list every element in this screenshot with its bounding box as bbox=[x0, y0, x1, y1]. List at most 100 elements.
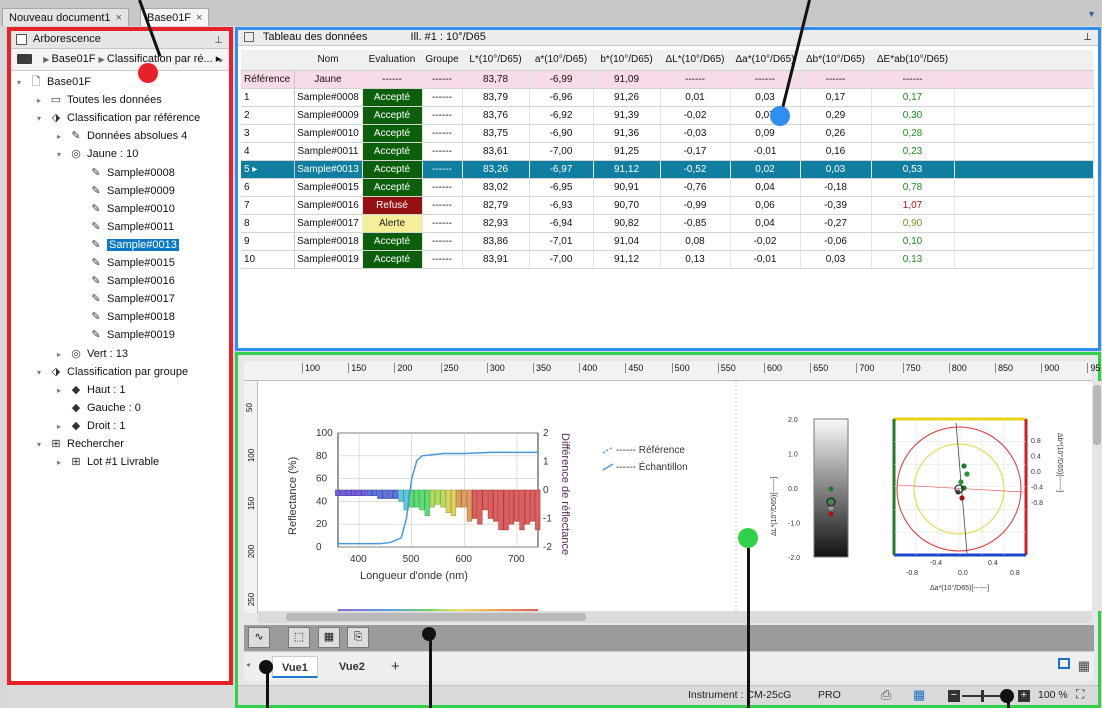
column-header[interactable]: b*(10°/D65) bbox=[593, 50, 660, 71]
tree-toggle-icon[interactable]: ▾ bbox=[57, 150, 61, 159]
table-icon bbox=[244, 32, 254, 43]
column-header[interactable] bbox=[241, 50, 294, 71]
y2-tick-label: 0 bbox=[543, 485, 549, 496]
tree-node[interactable]: ✎ Sample#0017 bbox=[89, 290, 175, 308]
tree-node[interactable]: ⬗ Classification par groupe bbox=[49, 363, 188, 381]
tree-node[interactable]: ✎ Sample#0018 bbox=[89, 308, 175, 326]
tree-node[interactable]: ◆ Droit : 1 bbox=[69, 417, 126, 435]
tree-toggle-icon[interactable]: ▸ bbox=[57, 422, 61, 431]
tree-node[interactable]: 🗋 Base01F bbox=[29, 73, 91, 91]
zoom-in-icon[interactable]: + bbox=[1018, 690, 1030, 702]
fullscreen-icon[interactable]: ⛶ bbox=[1076, 687, 1084, 702]
tree-toggle-icon[interactable]: ▾ bbox=[17, 78, 21, 87]
tree-toggle-icon[interactable]: ▾ bbox=[37, 114, 41, 123]
tree-node[interactable]: ✎ Sample#0009 bbox=[89, 182, 175, 200]
column-header[interactable]: ΔE*ab(10°/D65) bbox=[871, 50, 954, 71]
breadcrumb-item[interactable]: Base01F bbox=[51, 53, 95, 65]
table-cell: 83,91 bbox=[462, 250, 530, 269]
table-row[interactable]: 8 Sample#0017 Alerte ------ 82,93 -6,94 90,82-… bbox=[241, 214, 1094, 233]
tree-node[interactable]: ✎ Sample#0015 bbox=[89, 254, 175, 272]
tree-node[interactable]: ◆ Haut : 1 bbox=[69, 381, 126, 399]
tree-node[interactable]: ✎ Sample#0011 bbox=[89, 218, 174, 236]
column-header[interactable]: Nom bbox=[294, 50, 362, 71]
tree-node[interactable]: ⊞ Rechercher bbox=[49, 435, 123, 453]
table-row[interactable]: 4 Sample#0011 Accepté ------ 83,61 -7,00 91,25… bbox=[241, 142, 1094, 161]
column-header[interactable]: Δb*(10°/D65) bbox=[800, 50, 871, 71]
ruler-tick: 500 bbox=[671, 363, 690, 373]
scroll-thumb[interactable] bbox=[286, 613, 586, 621]
column-header[interactable]: Evaluation bbox=[362, 50, 422, 71]
table-row[interactable]: 10 Sample#0019 Accepté ------ 83,91 -7,00 91,1… bbox=[241, 250, 1094, 269]
tree-toggle-icon[interactable]: ▾ bbox=[37, 440, 41, 449]
add-view-button[interactable]: + bbox=[382, 656, 409, 678]
l-tick-label: 2.0 bbox=[788, 417, 798, 424]
layout-icon[interactable]: ⎘ bbox=[347, 627, 369, 648]
tree-node[interactable]: ⬗ Classification par référence bbox=[49, 109, 201, 127]
tree-toggle-icon[interactable]: ▸ bbox=[57, 132, 61, 141]
multi-view-icon[interactable]: ▦ bbox=[1078, 658, 1090, 674]
chevron-down-icon[interactable]: ⌄ bbox=[216, 49, 225, 70]
table-row[interactable]: 1 Sample#0008 Accepté ------ 83,79 -6,96 91,26… bbox=[241, 88, 1094, 107]
tree-node[interactable]: ◎ Jaune : 10 bbox=[69, 145, 138, 163]
table-row[interactable]: 6 Sample#0015 Accepté ------ 83,02 -6,95 90,91… bbox=[241, 178, 1094, 197]
column-header[interactable]: Δa*(10°/D65) bbox=[730, 50, 800, 71]
close-icon[interactable]: × bbox=[196, 12, 202, 24]
tree-toggle-icon[interactable]: ▸ bbox=[57, 386, 61, 395]
tree-toggle-icon[interactable]: ▸ bbox=[57, 350, 61, 359]
column-header[interactable]: a*(10°/D65) bbox=[529, 50, 593, 71]
evaluation-badge: Accepté bbox=[362, 232, 421, 249]
tree-node[interactable]: ✎ Sample#0008 bbox=[89, 164, 175, 182]
scroll-left-icon[interactable]: ◂ bbox=[246, 660, 250, 669]
spectral-graph-icon[interactable]: ∿ bbox=[248, 627, 270, 648]
classification-icon: ⬗ bbox=[51, 365, 61, 378]
close-icon[interactable]: × bbox=[116, 12, 122, 24]
tree-node[interactable]: ⊞ Lot #1 Livrable bbox=[69, 453, 159, 471]
tree-node[interactable]: ✎ Données absolues 4 bbox=[69, 127, 187, 145]
zoom-slider-thumb[interactable] bbox=[981, 690, 984, 702]
tab-vue2[interactable]: Vue2 bbox=[330, 656, 374, 678]
column-header[interactable]: ΔL*(10°/D65) bbox=[660, 50, 730, 71]
tree-toggle-icon[interactable]: ▸ bbox=[57, 458, 61, 467]
table-row[interactable]: 9 Sample#0018 Accepté ------ 83,86 -7,01 91,04… bbox=[241, 232, 1094, 251]
pin-icon[interactable]: ⊥ bbox=[214, 32, 223, 49]
column-header[interactable]: L*(10°/D65) bbox=[462, 50, 529, 71]
view-canvas[interactable]: 100 80 60 40 20 0 2 1 0 -1 -2 400 500 600 700 Longueur … bbox=[258, 381, 1092, 612]
table-cell: ------ bbox=[422, 214, 463, 233]
y-tick-label: 0 bbox=[316, 542, 322, 553]
table-cell: -0,02 bbox=[730, 232, 801, 251]
chevron-down-icon[interactable]: ▼ bbox=[1087, 9, 1096, 19]
tab-nouveau-document[interactable]: Nouveau document1 × bbox=[2, 8, 129, 26]
pin-icon[interactable]: ⊥ bbox=[1083, 30, 1092, 45]
table-row[interactable]: 3 Sample#0010 Accepté ------ 83,75 -6,90 91,36… bbox=[241, 124, 1094, 143]
tree-node[interactable]: ✎ Sample#0016 bbox=[89, 272, 175, 290]
scroll-thumb[interactable] bbox=[1093, 385, 1101, 445]
tree-toggle-icon[interactable]: ▾ bbox=[37, 368, 41, 377]
zoom-out-icon[interactable]: − bbox=[948, 690, 960, 702]
tree-node[interactable]: ▭ Toutes les données bbox=[49, 91, 162, 109]
tree-toggle-icon[interactable]: ▸ bbox=[37, 96, 41, 105]
tree-node[interactable]: ◎ Vert : 13 bbox=[69, 345, 128, 363]
tree-node-label: Sample#0016 bbox=[107, 275, 175, 288]
table-cell bbox=[954, 196, 1094, 215]
x-tick-label: 500 bbox=[403, 554, 420, 565]
table-object-icon[interactable]: ▦ bbox=[318, 627, 340, 648]
printer-icon[interactable]: ⎙ bbox=[881, 687, 891, 703]
tree-node[interactable]: ✎ Sample#0010 bbox=[89, 200, 175, 218]
select-tool-icon[interactable]: ⬚ bbox=[288, 627, 310, 648]
tab-vue1[interactable]: Vue1 bbox=[272, 656, 318, 678]
column-header[interactable]: Groupe bbox=[422, 50, 462, 71]
table-row[interactable]: Référence Jaune ------ ------ 83,78 -6,99 91,0… bbox=[241, 70, 1094, 89]
horizontal-scrollbar[interactable] bbox=[258, 611, 1092, 623]
tree-node[interactable]: ◆ Gauche : 0 bbox=[69, 399, 141, 417]
table-row[interactable]: 7 Sample#0016 Refusé ------ 82,79 -6,93 90,70-… bbox=[241, 196, 1094, 215]
tab-base01f[interactable]: Base01F × bbox=[140, 8, 210, 26]
table-row[interactable]: 5 ▸ Sample#0013 Accepté ------ 83,26 -6,97 91,… bbox=[241, 160, 1094, 179]
breadcrumb[interactable]: ▶ Base01F ▶ Classification par ré... ▸ ⌄ bbox=[11, 49, 229, 71]
table-cell: 91,36 bbox=[593, 124, 661, 143]
table-row[interactable]: 2 Sample#0009 Accepté ------ 83,76 -6,92 91,39… bbox=[241, 106, 1094, 125]
tree-node[interactable]: ✎ Sample#0013 bbox=[89, 236, 179, 254]
single-view-icon[interactable] bbox=[1058, 658, 1070, 669]
grid-toggle-icon[interactable]: ▦ bbox=[913, 687, 925, 703]
vertical-scrollbar[interactable] bbox=[1092, 381, 1102, 611]
tree-node[interactable]: ✎ Sample#0019 bbox=[89, 326, 175, 344]
